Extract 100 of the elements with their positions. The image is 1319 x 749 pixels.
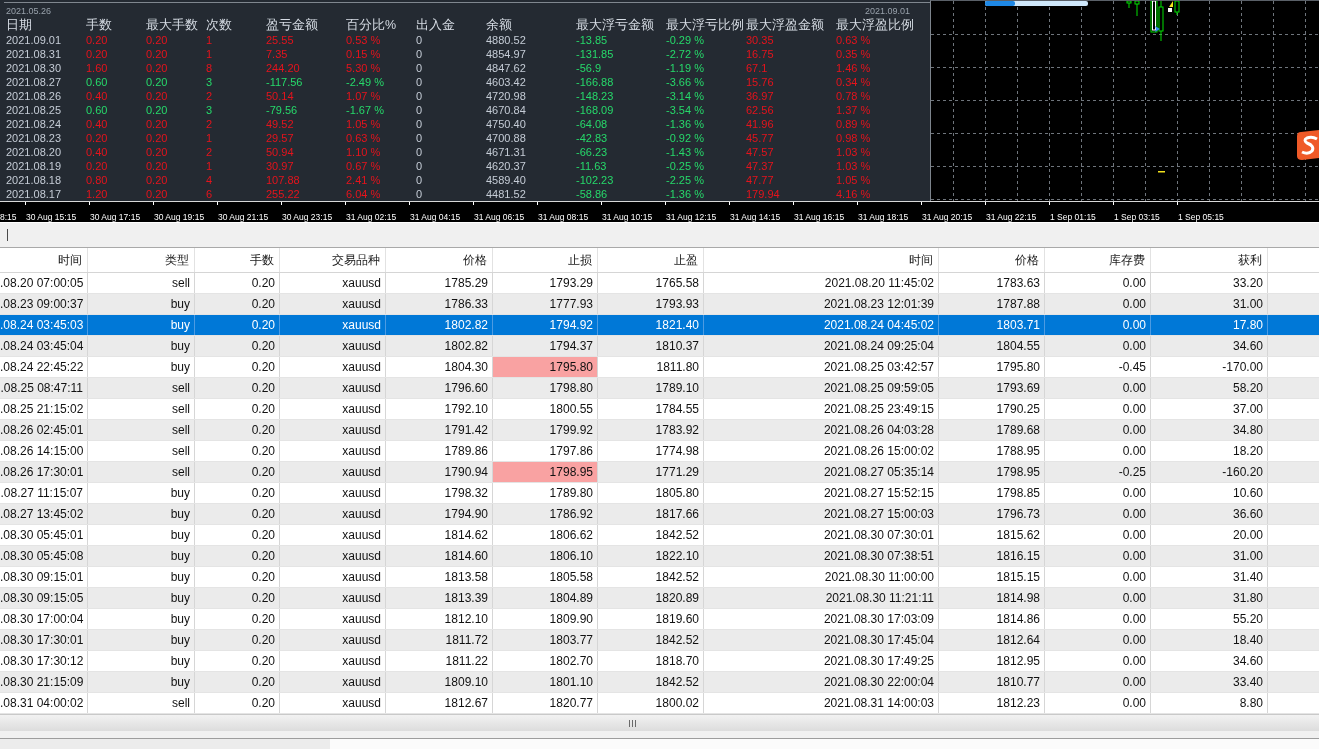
table-cell: 0.00 [1045,525,1151,545]
table-row[interactable]: .08.27 13:45:02 buy 0.20 xauusd 1794.90 1786.92 1817.66 2021.08.27 15:00:03 1796.73 0.00 36.60 [0,504,1319,525]
column-header[interactable]: 价格 [939,248,1045,272]
table-cell-text: 6 [206,187,214,201]
table-cell: 1804.55 [939,336,1045,356]
axis-label: 31 Aug 04:15 [410,212,461,223]
table-cell: 1798.95 [493,462,598,482]
table-cell-text: 0.35 % [836,47,872,61]
table-cell-text: 41.96 [746,117,775,131]
table-row[interactable]: .08.20 07:00:05 sell 0.20 xauusd 1785.29 1793.29 1765.58 2021.08.20 11:45:02 1783.63 0.00 33.20 [0,273,1319,294]
table-row[interactable]: .08.25 08:47:11 sell 0.20 xauusd 1796.60 1798.80 1789.10 2021.08.25 09:59:05 1793.69 0.00 58.20 [0,378,1319,399]
column-header: 最大手数 [146,18,199,33]
table-cell: 2021.08.30 07:30:01 [704,525,939,545]
column-header: 日期 [6,18,33,33]
table-cell: 1798.80 [493,378,598,398]
table-row[interactable]: .08.24 22:45:22 buy 0.20 xauusd 1804.30 1795.80 1811.80 2021.08.25 03:42:57 1795.80 -0.45 -170.00 [0,357,1319,378]
table-cell: buy [88,630,195,650]
table-row[interactable]: .08.26 02:45:01 sell 0.20 xauusd 1791.42 1799.92 1783.92 2021.08.26 04:03:28 1789.68 0.00 34.80 [0,420,1319,441]
table-cell-text: -42.83 [576,131,609,145]
table-cell-text: 2.41 % [346,173,382,187]
table-cell-text: -131.85 [576,47,615,61]
column-header: 出入金 [416,18,456,33]
table-cell: 2021.08.24 09:25:04 [704,336,939,356]
table-cell: 2021.08.30 17:45:04 [704,630,939,650]
column-header[interactable]: 价格 [386,248,493,272]
table-cell: 0.00 [1045,567,1151,587]
table-row[interactable]: .08.24 03:45:03 buy 0.20 xauusd 1802.82 1794.92 1821.40 2021.08.24 04:45:02 1803.71 0.00 17.80 [0,315,1319,336]
table-cell-text: 47.37 [746,159,775,173]
table-cell: sell [88,462,195,482]
table-cell-text: 1.05 % [346,117,382,131]
table-row[interactable]: .08.30 17:30:12 buy 0.20 xauusd 1811.22 1802.70 1818.70 2021.08.30 17:49:25 1812.95 0.00 34.60 [0,651,1319,672]
table-row[interactable]: .08.30 17:30:01 buy 0.20 xauusd 1811.72 1803.77 1842.52 2021.08.30 17:45:04 1812.64 0.00 18.40 [0,630,1319,651]
table-cell: xauusd [280,693,386,713]
table-cell: .08.26 14:15:00 [0,441,88,461]
table-row[interactable]: .08.23 09:00:37 buy 0.20 xauusd 1786.33 1777.93 1793.93 2021.08.23 12:01:39 1787.88 0.00 31.00 [0,294,1319,315]
table-cell: 31.80 [1151,588,1268,608]
column-header[interactable]: 止损 [493,248,598,272]
table-row[interactable]: .08.30 17:00:04 buy 0.20 xauusd 1812.10 1809.90 1819.60 2021.08.30 17:03:09 1814.86 0.00 55.20 [0,609,1319,630]
table-cell: 1789.68 [939,420,1045,440]
table-cell-text: -168.09 [576,103,615,117]
axis-label: 1 Sep 03:15 [1114,212,1160,223]
table-cell: 1790.25 [939,399,1045,419]
table-row[interactable]: .08.27 11:15:07 buy 0.20 xauusd 1798.32 1789.80 1805.80 2021.08.27 15:52:15 1798.85 0.00 10.60 [0,483,1319,504]
table-row[interactable]: .08.31 04:00:02 sell 0.20 xauusd 1812.67 1820.77 1800.02 2021.08.31 14:00:03 1812.23 0.00 8.80 [0,693,1319,714]
column-header[interactable]: 时间 [0,248,88,272]
table-cell: 33.40 [1151,672,1268,692]
table-cell: sell [88,399,195,419]
table-cell: 1802.82 [386,336,493,356]
table-row[interactable]: .08.30 05:45:08 buy 0.20 xauusd 1814.60 1806.10 1822.10 2021.08.30 07:38:51 1816.15 0.00 31.00 [0,546,1319,567]
table-cell: 0.20 [195,462,280,482]
table-cell: 1812.10 [386,609,493,629]
table-cell-text: 4670.84 [486,103,527,117]
table-cell: 0.00 [1045,378,1151,398]
column-header[interactable]: 类型 [88,248,195,272]
column-header[interactable]: 交易品种 [280,248,386,272]
table-row[interactable]: .08.26 17:30:01 sell 0.20 xauusd 1790.94 1798.95 1771.29 2021.08.27 05:35:14 1798.95 -0.25 -160.20 [0,462,1319,483]
table-cell: buy [88,504,195,524]
table-cell-text: 0.20 [146,117,169,131]
column-header[interactable]: 手数 [195,248,280,272]
axis-label: 31 Aug 10:15 [602,212,653,223]
table-cell: 2021.08.24 04:45:02 [704,315,939,335]
table-cell-text: 0.20 [146,47,169,61]
table-cell-text: 0 [416,47,424,61]
table-cell: 0.00 [1045,651,1151,671]
table-cell: 0.20 [195,441,280,461]
table-cell: xauusd [280,420,386,440]
column-header[interactable]: 时间 [704,248,939,272]
table-cell-text: 179.94 [746,187,781,201]
table-cell-text: 2 [206,117,214,131]
table-cell: 1792.10 [386,399,493,419]
table-cell-text: 0.20 [146,75,169,89]
table-cell-text: 0 [416,173,424,187]
table-cell-text: 4854.97 [486,47,527,61]
table-row[interactable]: .08.30 09:15:01 buy 0.20 xauusd 1813.58 1805.58 1842.52 2021.08.30 11:00:00 1815.15 0.00 31.40 [0,567,1319,588]
table-cell: .08.30 05:45:08 [0,546,88,566]
table-cell: 18.40 [1151,630,1268,650]
table-cell: sell [88,693,195,713]
table-cell-text: -0.29 % [666,33,705,47]
axis-label: 31 Aug 06:15 [474,212,525,223]
table-cell: xauusd [280,378,386,398]
table-cell: 1806.10 [493,546,598,566]
table-row[interactable]: .08.30 05:45:01 buy 0.20 xauusd 1814.62 1806.62 1842.52 2021.08.30 07:30:01 1815.62 0.00 20.00 [0,525,1319,546]
table-row[interactable]: .08.25 21:15:02 sell 0.20 xauusd 1792.10 1800.55 1784.55 2021.08.25 23:49:15 1790.25 0.00 37.00 [0,399,1319,420]
table-row[interactable]: .08.30 09:15:05 buy 0.20 xauusd 1813.39 1804.89 1820.89 2021.08.30 11:21:11 1814.98 0.00 31.80 [0,588,1319,609]
table-cell: 0.00 [1045,588,1151,608]
table-cell: buy [88,357,195,377]
table-cell-text: -102.23 [576,173,615,187]
column-header[interactable]: 库存费 [1045,248,1151,272]
table-row[interactable]: .08.24 03:45:04 buy 0.20 xauusd 1802.82 1794.37 1810.37 2021.08.24 09:25:04 1804.55 0.00 34.60 [0,336,1319,357]
column-header[interactable]: 获利 [1151,248,1268,272]
table-cell: 1784.55 [598,399,704,419]
table-cell: 0.20 [195,357,280,377]
table-cell: .08.20 07:00:05 [0,273,88,293]
table-row[interactable]: .08.26 14:15:00 sell 0.20 xauusd 1789.86 1797.86 1774.98 2021.08.26 15:00:02 1788.95 0.00 18.20 [0,441,1319,462]
horizontal-scrollbar[interactable] [0,714,1319,731]
table-cell-text: -1.67 % [346,103,385,117]
table-row[interactable]: .08.30 21:15:09 buy 0.20 xauusd 1809.10 1801.10 1842.52 2021.08.30 22:00:04 1810.77 0.00 33.40 [0,672,1319,693]
table-cell-text: 0.80 [86,173,109,187]
column-header[interactable]: 止盈 [598,248,704,272]
table-cell: 34.60 [1151,651,1268,671]
